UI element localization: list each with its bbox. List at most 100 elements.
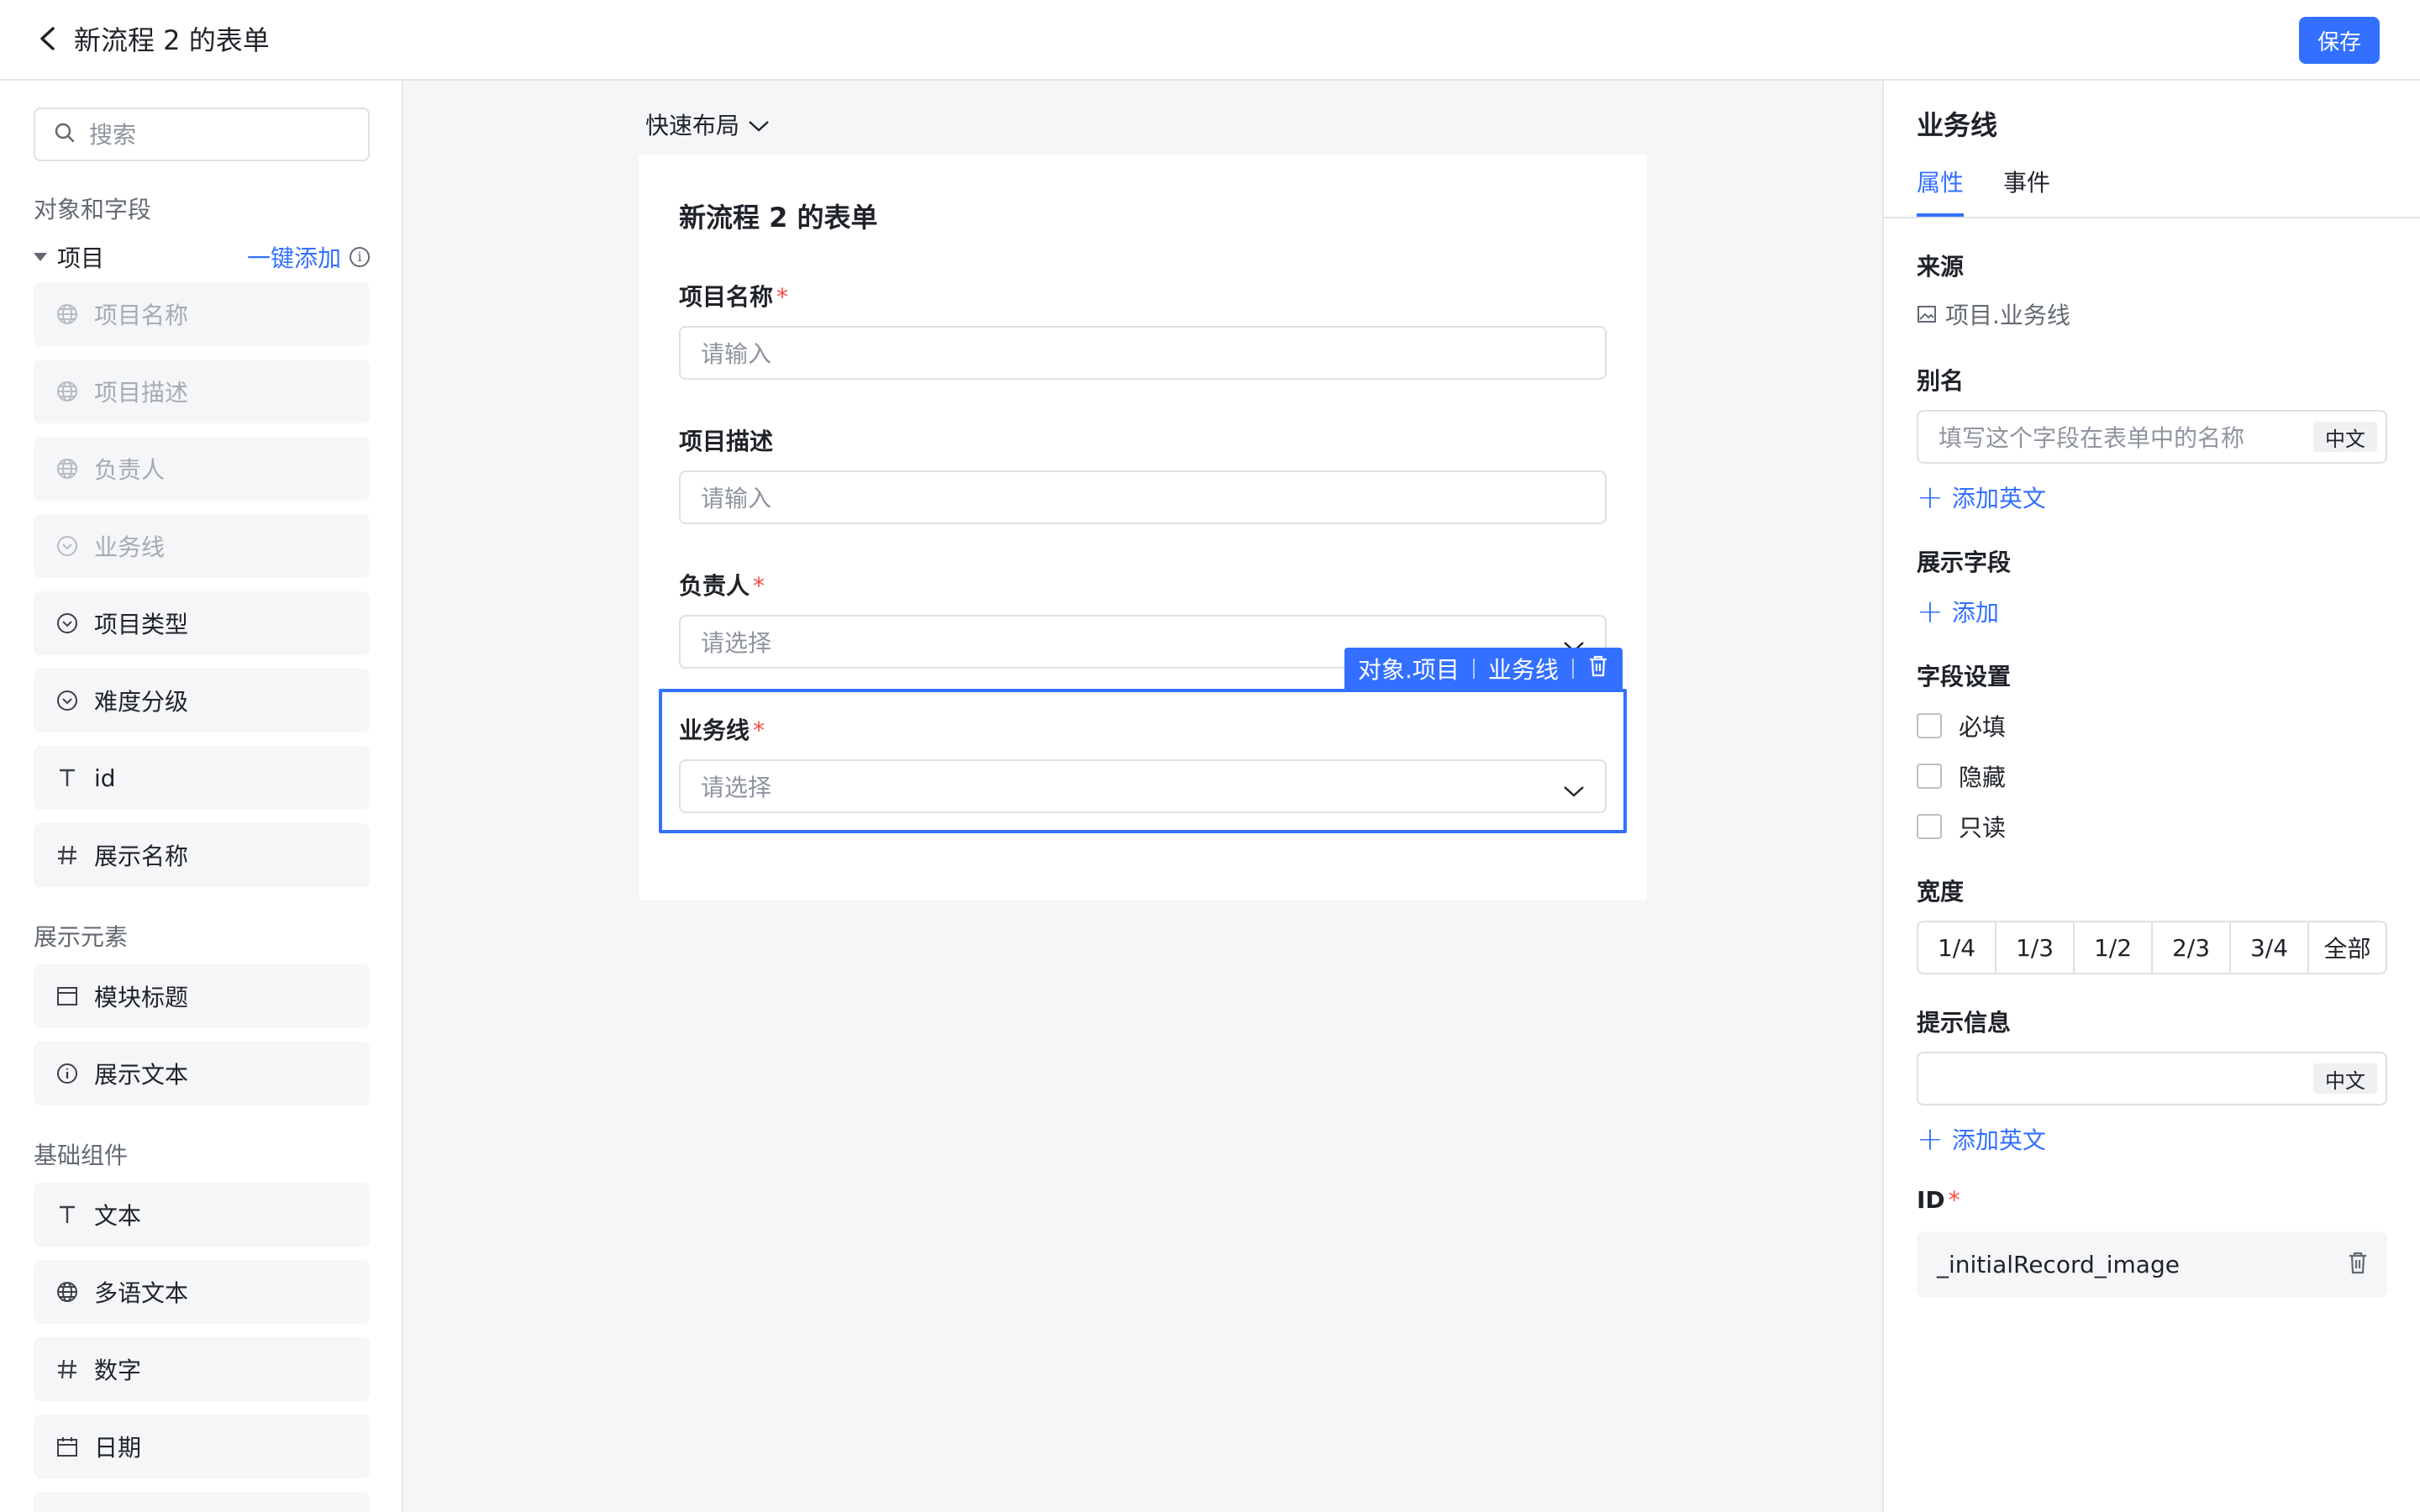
input-placeholder: 请输入 xyxy=(701,340,772,368)
tab-properties[interactable]: 属性 xyxy=(1917,165,1964,198)
selected-field-tag: 对象.项目 业务线 xyxy=(1344,648,1623,690)
caret-down-icon[interactable] xyxy=(34,253,47,261)
add-display-field-link[interactable]: + 添加 xyxy=(1917,595,1999,628)
module-title-icon xyxy=(55,984,79,1008)
hash-icon xyxy=(55,843,79,867)
hint-input[interactable]: 中文 xyxy=(1917,1052,2387,1105)
source-label: 来源 xyxy=(1917,253,1965,281)
info-icon[interactable]: i xyxy=(350,247,370,267)
required-mark: * xyxy=(753,717,765,744)
width-option-2-3[interactable]: 2/3 xyxy=(2153,922,2231,973)
text-icon xyxy=(55,766,79,790)
language-badge[interactable]: 中文 xyxy=(2313,1063,2377,1094)
dropdown-circle-icon xyxy=(55,612,79,635)
field-item-owner[interactable]: 负责人 xyxy=(34,437,370,501)
width-option-1-2[interactable]: 1/2 xyxy=(2075,922,2153,973)
search-box[interactable] xyxy=(34,108,370,161)
field-item-label: 多语文本 xyxy=(94,1279,189,1307)
field-item-project-name[interactable]: 项目名称 xyxy=(34,282,370,346)
back-button[interactable] xyxy=(30,24,64,57)
panel-title: 业务线 xyxy=(1917,109,1998,141)
one-click-add-link[interactable]: 一键添加 xyxy=(247,240,341,274)
section-basic-label: 基础组件 xyxy=(34,1142,129,1169)
display-item-display-text[interactable]: 展示文本 xyxy=(34,1042,370,1105)
display-item-module-title[interactable]: 模块标题 xyxy=(34,964,370,1028)
checkbox[interactable] xyxy=(1917,764,1942,789)
property-panel xyxy=(1882,81,2420,1512)
object-group-header: 项目 一键添加 i xyxy=(34,240,370,274)
chevron-down-icon xyxy=(739,111,770,139)
info-icon xyxy=(55,1062,79,1085)
language-badge[interactable]: 中文 xyxy=(2313,422,2377,452)
quick-layout-label: 快速布局 xyxy=(645,112,740,139)
select-placeholder: 请选择 xyxy=(701,629,772,657)
project-name-input[interactable]: 请输入 xyxy=(679,326,1607,380)
field-item-id[interactable]: id xyxy=(34,746,370,810)
section-objects-label: 对象和字段 xyxy=(34,196,152,223)
basic-item-date[interactable]: 日期 xyxy=(34,1415,370,1478)
readonly-checkbox[interactable]: 只读 xyxy=(1917,810,2006,843)
basic-item-text[interactable]: 文本 xyxy=(34,1183,370,1247)
field-item-label: 项目类型 xyxy=(94,611,189,638)
globe-icon xyxy=(55,1280,79,1304)
form-field-label: 项目描述 xyxy=(679,428,774,455)
basic-item-multilang-text[interactable]: 多语文本 xyxy=(34,1260,370,1324)
input-placeholder: 请输入 xyxy=(701,485,772,512)
field-item-label: 负责人 xyxy=(94,456,166,484)
field-item-display-name[interactable]: 展示名称 xyxy=(34,823,370,887)
alias-label: 别名 xyxy=(1917,367,1965,395)
basic-item-more[interactable] xyxy=(34,1492,370,1512)
save-button[interactable]: 保存 xyxy=(2299,17,2380,64)
search-input[interactable] xyxy=(89,120,358,149)
plus-icon: + xyxy=(1917,479,1944,516)
hint-label: 提示信息 xyxy=(1917,1009,2012,1037)
checkbox[interactable] xyxy=(1917,713,1942,738)
project-desc-input[interactable]: 请输入 xyxy=(679,470,1607,524)
trash-icon[interactable] xyxy=(2347,1250,2369,1281)
form-field-label: 项目名称 * xyxy=(679,283,789,311)
required-mark: * xyxy=(753,572,765,600)
dropdown-circle-icon xyxy=(55,689,79,712)
tab-events[interactable]: 事件 xyxy=(2003,165,2050,198)
field-item-label: 模块标题 xyxy=(94,984,189,1011)
chevron-left-icon xyxy=(38,26,56,55)
field-settings-label: 字段设置 xyxy=(1917,663,2012,690)
field-item-label: 数字 xyxy=(94,1357,142,1384)
dropdown-circle-icon xyxy=(55,534,79,558)
trash-icon[interactable] xyxy=(1587,654,1609,684)
width-option-3-4[interactable]: 3/4 xyxy=(2231,922,2309,973)
display-field-label: 展示字段 xyxy=(1917,549,2012,576)
calendar-icon xyxy=(55,1435,79,1458)
globe-icon xyxy=(55,302,79,326)
plus-icon: + xyxy=(1917,1121,1944,1158)
active-tab-indicator xyxy=(1917,213,1964,217)
quick-layout-dropdown[interactable]: 快速布局 xyxy=(645,108,770,141)
checkbox[interactable] xyxy=(1917,814,1942,839)
id-value: _initialRecord_image xyxy=(1937,1250,2180,1278)
alias-input[interactable]: 填写这个字段在表单中的名称 中文 xyxy=(1917,410,2387,464)
required-checkbox[interactable]: 必填 xyxy=(1917,709,2006,743)
section-display-label: 展示元素 xyxy=(34,923,129,951)
width-option-1-3[interactable]: 1/3 xyxy=(1996,922,2075,973)
field-item-project-type[interactable]: 项目类型 xyxy=(34,591,370,655)
id-field[interactable]: _initialRecord_image xyxy=(1917,1231,2387,1297)
basic-item-number[interactable]: 数字 xyxy=(34,1337,370,1401)
field-item-label: 业务线 xyxy=(94,533,166,561)
width-option-1-4[interactable]: 1/4 xyxy=(1918,922,1996,973)
field-item-difficulty[interactable]: 难度分级 xyxy=(34,669,370,732)
add-english-link[interactable]: + 添加英文 xyxy=(1917,1122,2046,1156)
business-line-select[interactable]: 请选择 xyxy=(679,759,1607,813)
width-label: 宽度 xyxy=(1917,878,1965,906)
alias-placeholder: 填写这个字段在表单中的名称 xyxy=(1939,424,2245,452)
object-group-name[interactable]: 项目 xyxy=(57,240,104,274)
top-bar: 新流程 2 的表单 保存 xyxy=(0,0,2420,81)
source-value: 项目.业务线 xyxy=(1917,297,2070,331)
field-item-project-desc[interactable]: 项目描述 xyxy=(34,360,370,423)
hash-icon xyxy=(55,1357,79,1381)
tag-field-label: 业务线 xyxy=(1487,656,1559,684)
width-option-full[interactable]: 全部 xyxy=(2309,922,2386,973)
hidden-checkbox[interactable]: 隐藏 xyxy=(1917,759,2006,793)
add-english-link[interactable]: + 添加英文 xyxy=(1917,480,2046,514)
globe-icon xyxy=(55,380,79,403)
field-item-business-line[interactable]: 业务线 xyxy=(34,514,370,578)
